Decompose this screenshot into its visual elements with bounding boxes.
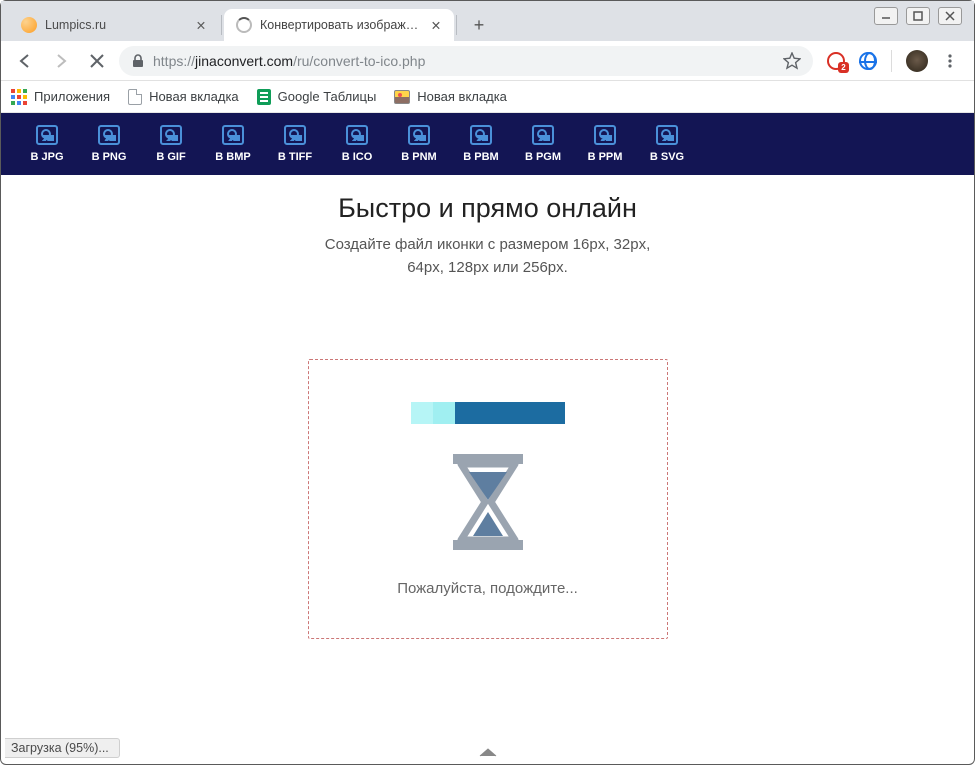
menu-icon[interactable]: [942, 53, 958, 69]
image-icon: [594, 125, 616, 145]
image-icon: [98, 125, 120, 145]
extension-icons: 2: [821, 50, 964, 72]
separator: [891, 50, 892, 72]
image-icon: [222, 125, 244, 145]
browser-toolbar: https://jinaconvert.com/ru/convert-to-ic…: [1, 41, 974, 81]
image-icon: [656, 125, 678, 145]
bookmark-item[interactable]: Google Таблицы: [257, 89, 377, 105]
window-controls: [874, 7, 962, 25]
tab-title: Lumpics.ru: [45, 18, 185, 32]
tab-separator: [456, 15, 457, 35]
page-subtitle: Создайте файл иконки с размером 16px, 32…: [1, 234, 974, 279]
sheets-icon: [257, 89, 271, 105]
format-ico[interactable]: В ICO: [329, 125, 385, 163]
tab-active[interactable]: Конвертировать изображения ✕: [224, 9, 454, 41]
page-heading: Быстро и прямо онлайн: [1, 193, 974, 224]
tab-lumpics[interactable]: Lumpics.ru ✕: [9, 9, 219, 41]
tab-title: Конвертировать изображения: [260, 18, 420, 32]
format-pgm[interactable]: В PGM: [515, 125, 571, 163]
tab-separator: [221, 15, 222, 35]
format-pnm[interactable]: В PNM: [391, 125, 447, 163]
star-icon[interactable]: [783, 52, 801, 70]
url-text: https://jinaconvert.com/ru/convert-to-ic…: [153, 53, 775, 69]
image-icon: [532, 125, 554, 145]
image-icon: [284, 125, 306, 145]
image-icon: [160, 125, 182, 145]
bookmark-label: Новая вкладка: [417, 89, 507, 104]
progress-bar: [411, 402, 565, 424]
minimize-button[interactable]: [874, 7, 898, 25]
bookmark-label: Google Таблицы: [278, 89, 377, 104]
loading-spinner-icon: [236, 17, 252, 33]
profile-avatar[interactable]: [906, 50, 928, 72]
lock-icon: [131, 54, 145, 68]
format-gif[interactable]: В GIF: [143, 125, 199, 163]
document-icon: [128, 89, 142, 105]
bookmark-label: Новая вкладка: [149, 89, 239, 104]
globe-extension-icon[interactable]: [859, 52, 877, 70]
page-content: Быстро и прямо онлайн Создайте файл икон…: [1, 175, 974, 639]
apps-label: Приложения: [34, 89, 110, 104]
format-jpg[interactable]: В JPG: [19, 125, 75, 163]
bookmarks-bar: Приложения Новая вкладка Google Таблицы …: [1, 81, 974, 113]
maximize-button[interactable]: [906, 7, 930, 25]
tab-strip: Lumpics.ru ✕ Конвертировать изображения …: [1, 1, 974, 41]
image-icon: [470, 125, 492, 145]
format-bmp[interactable]: В BMP: [205, 125, 261, 163]
apps-icon: [11, 89, 27, 105]
image-icon: [36, 125, 58, 145]
new-tab-button[interactable]: +: [465, 11, 493, 39]
stop-button[interactable]: [83, 47, 111, 75]
apps-button[interactable]: Приложения: [11, 89, 110, 105]
format-tiff[interactable]: В TIFF: [267, 125, 323, 163]
bookmark-item[interactable]: Новая вкладка: [394, 89, 507, 104]
status-bar: Загрузка (95%)...: [5, 738, 120, 758]
format-nav: В JPG В PNG В GIF В BMP В TIFF В ICO В P…: [1, 113, 974, 175]
wait-text: Пожалуйста, подождите...: [397, 580, 578, 597]
scroll-indicator-icon: [476, 744, 500, 760]
image-icon: [346, 125, 368, 145]
close-tab-icon[interactable]: ✕: [428, 17, 444, 33]
address-bar[interactable]: https://jinaconvert.com/ru/convert-to-ic…: [119, 46, 813, 76]
forward-button[interactable]: [47, 47, 75, 75]
opera-extension-icon[interactable]: 2: [827, 52, 845, 70]
close-tab-icon[interactable]: ✕: [193, 17, 209, 33]
favicon-icon: [21, 17, 37, 33]
format-svg[interactable]: В SVG: [639, 125, 695, 163]
format-pbm[interactable]: В PBM: [453, 125, 509, 163]
format-ppm[interactable]: В PPM: [577, 125, 633, 163]
hourglass-icon: [445, 452, 531, 552]
bookmark-item[interactable]: Новая вкладка: [128, 89, 239, 105]
back-button[interactable]: [11, 47, 39, 75]
close-window-button[interactable]: [938, 7, 962, 25]
format-png[interactable]: В PNG: [81, 125, 137, 163]
image-icon: [408, 125, 430, 145]
upload-dropzone[interactable]: Пожалуйста, подождите...: [308, 359, 668, 639]
picture-icon: [394, 90, 410, 104]
